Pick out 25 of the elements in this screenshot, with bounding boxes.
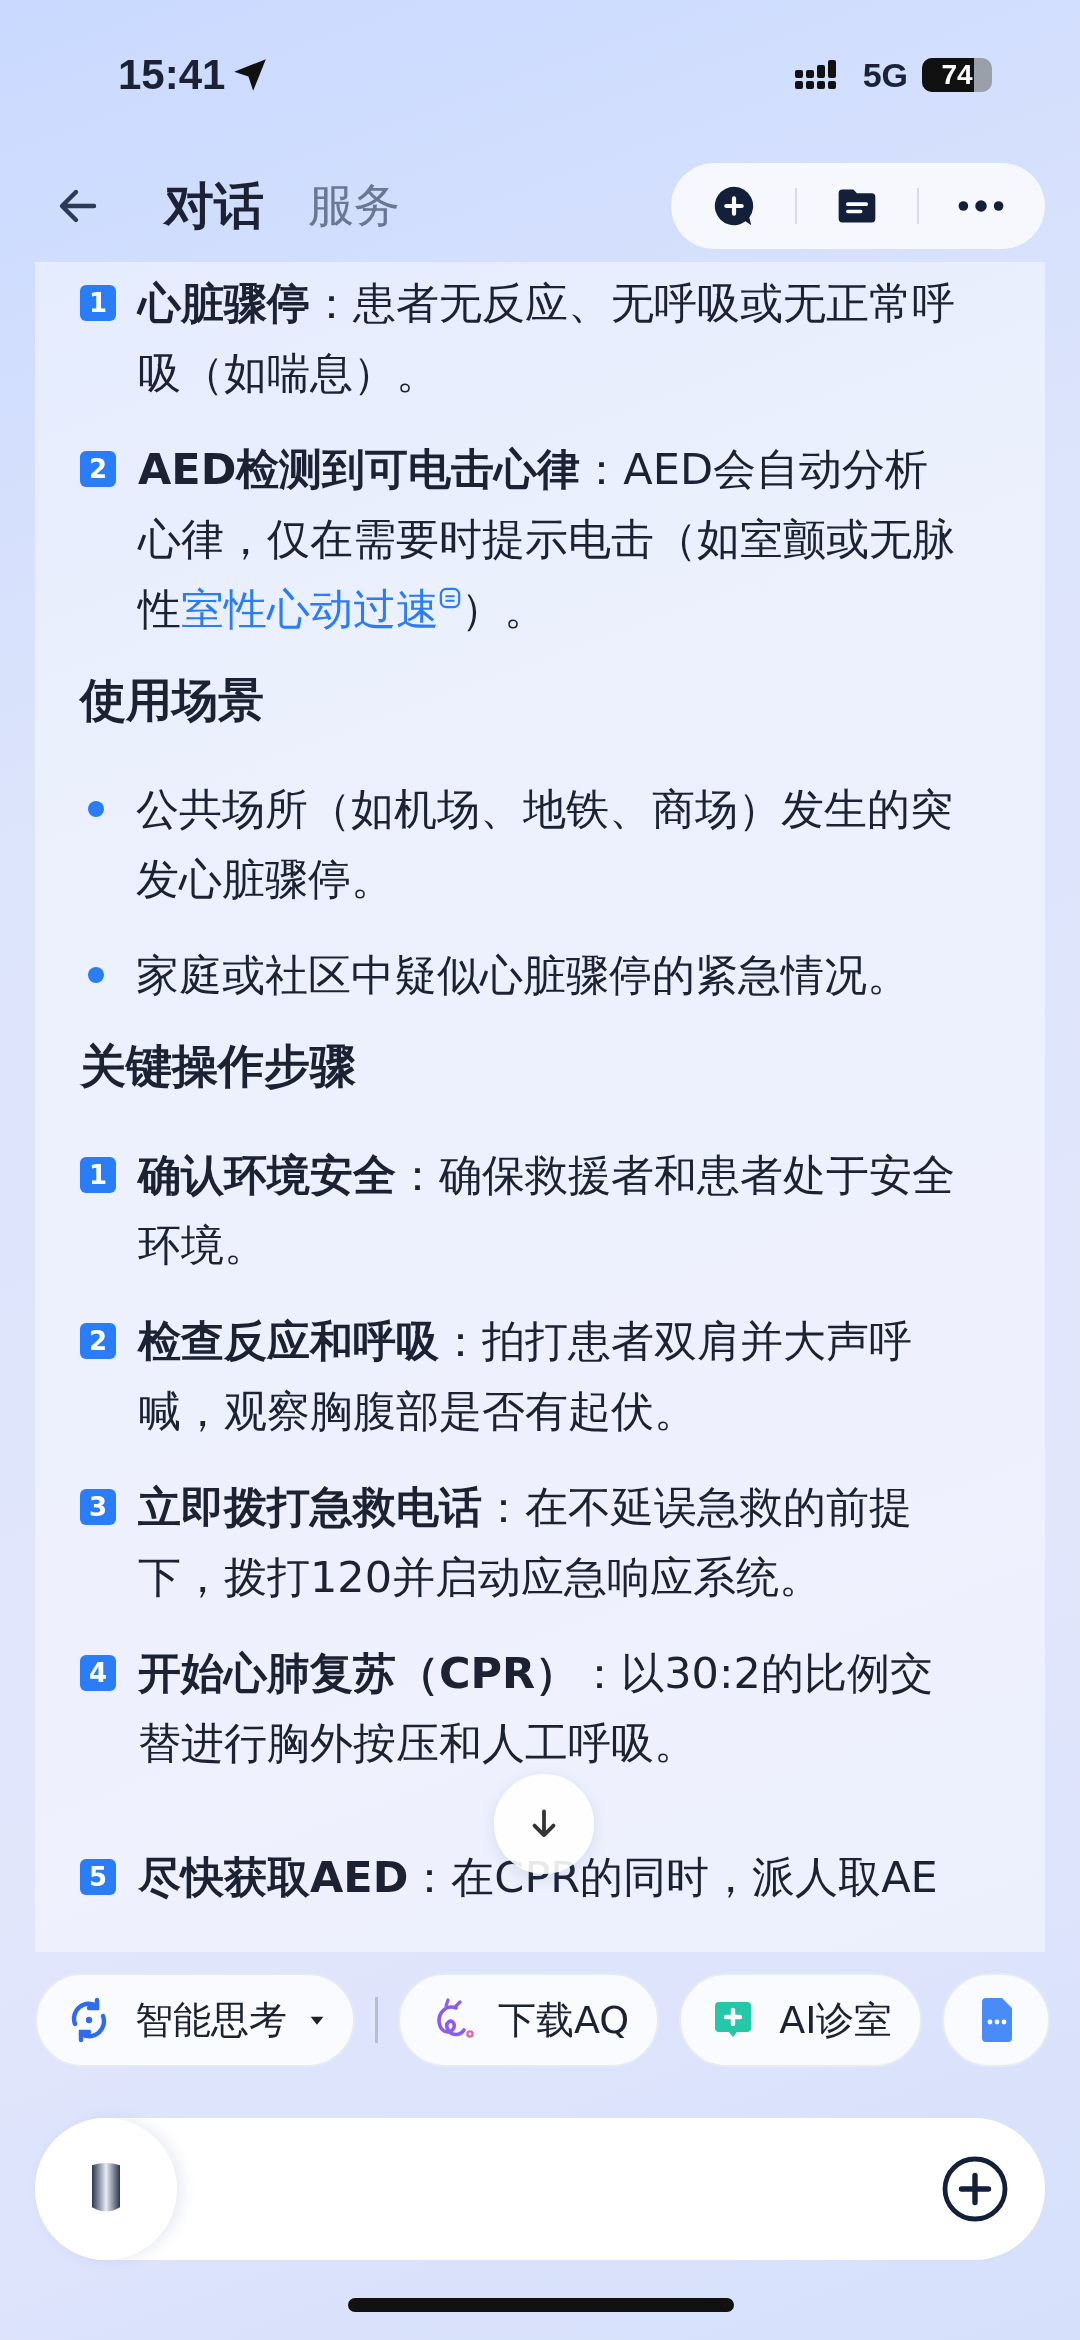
step-text: 心脏骤停：患者无反应、无呼吸或无正常呼吸（如喘息）。 xyxy=(138,277,956,400)
shortcut-chip[interactable]: 智能思考 xyxy=(35,1973,355,2067)
section-heading: 使用场景 xyxy=(80,672,265,729)
step-text: 开始心肺复苏（CPR）：以30:2的比例交替进行胸外按压和人工呼吸。 xyxy=(138,1647,934,1770)
bullet-text: 公共场所（如机场、地铁、商场）发生的突发心脏骤停。 xyxy=(136,783,954,906)
step-text: AED检测到可电击心律：AED会自动分析心律，仅在需要时提示电击（如室颤或无脉性室性心动过速 ）。 xyxy=(138,443,956,636)
step-text: 立即拨打急救电话：在不延误急救的前提下，拨打120并启动应急响应系统。 xyxy=(138,1481,913,1604)
step-text: 尽快获取AED：在CPR的同时，派人取AE xyxy=(138,1851,938,1904)
section-heading: 关键操作步骤 xyxy=(80,1038,357,1095)
step-number: 2 xyxy=(80,451,116,487)
step-number: 1 xyxy=(80,285,116,321)
battery-icon: 74 xyxy=(922,58,992,92)
step-text: 检查反应和呼吸：拍打患者双肩并大声呼喊，观察胸腹部是否有起伏。 xyxy=(138,1315,913,1438)
shortcut-chip[interactable]: AI诊室 xyxy=(679,1973,923,2067)
bullet-text: 家庭或社区中疑似心脏骤停的紧急情况。 xyxy=(136,949,910,1002)
step-number: 3 xyxy=(80,1489,116,1525)
step-text: 确认环境安全：确保救援者和患者处于安全环境。 xyxy=(138,1149,956,1272)
nav-tab[interactable]: 对话 xyxy=(142,172,286,240)
shortcut-chip[interactable]: 下载AQ xyxy=(398,1973,660,2067)
status-time: 15:41 xyxy=(118,51,226,99)
network-label: 5G xyxy=(862,55,908,95)
step-number: 2 xyxy=(80,1323,116,1359)
step-number: 4 xyxy=(80,1655,116,1691)
step-number: 1 xyxy=(80,1157,116,1193)
step-number: 5 xyxy=(80,1859,116,1895)
